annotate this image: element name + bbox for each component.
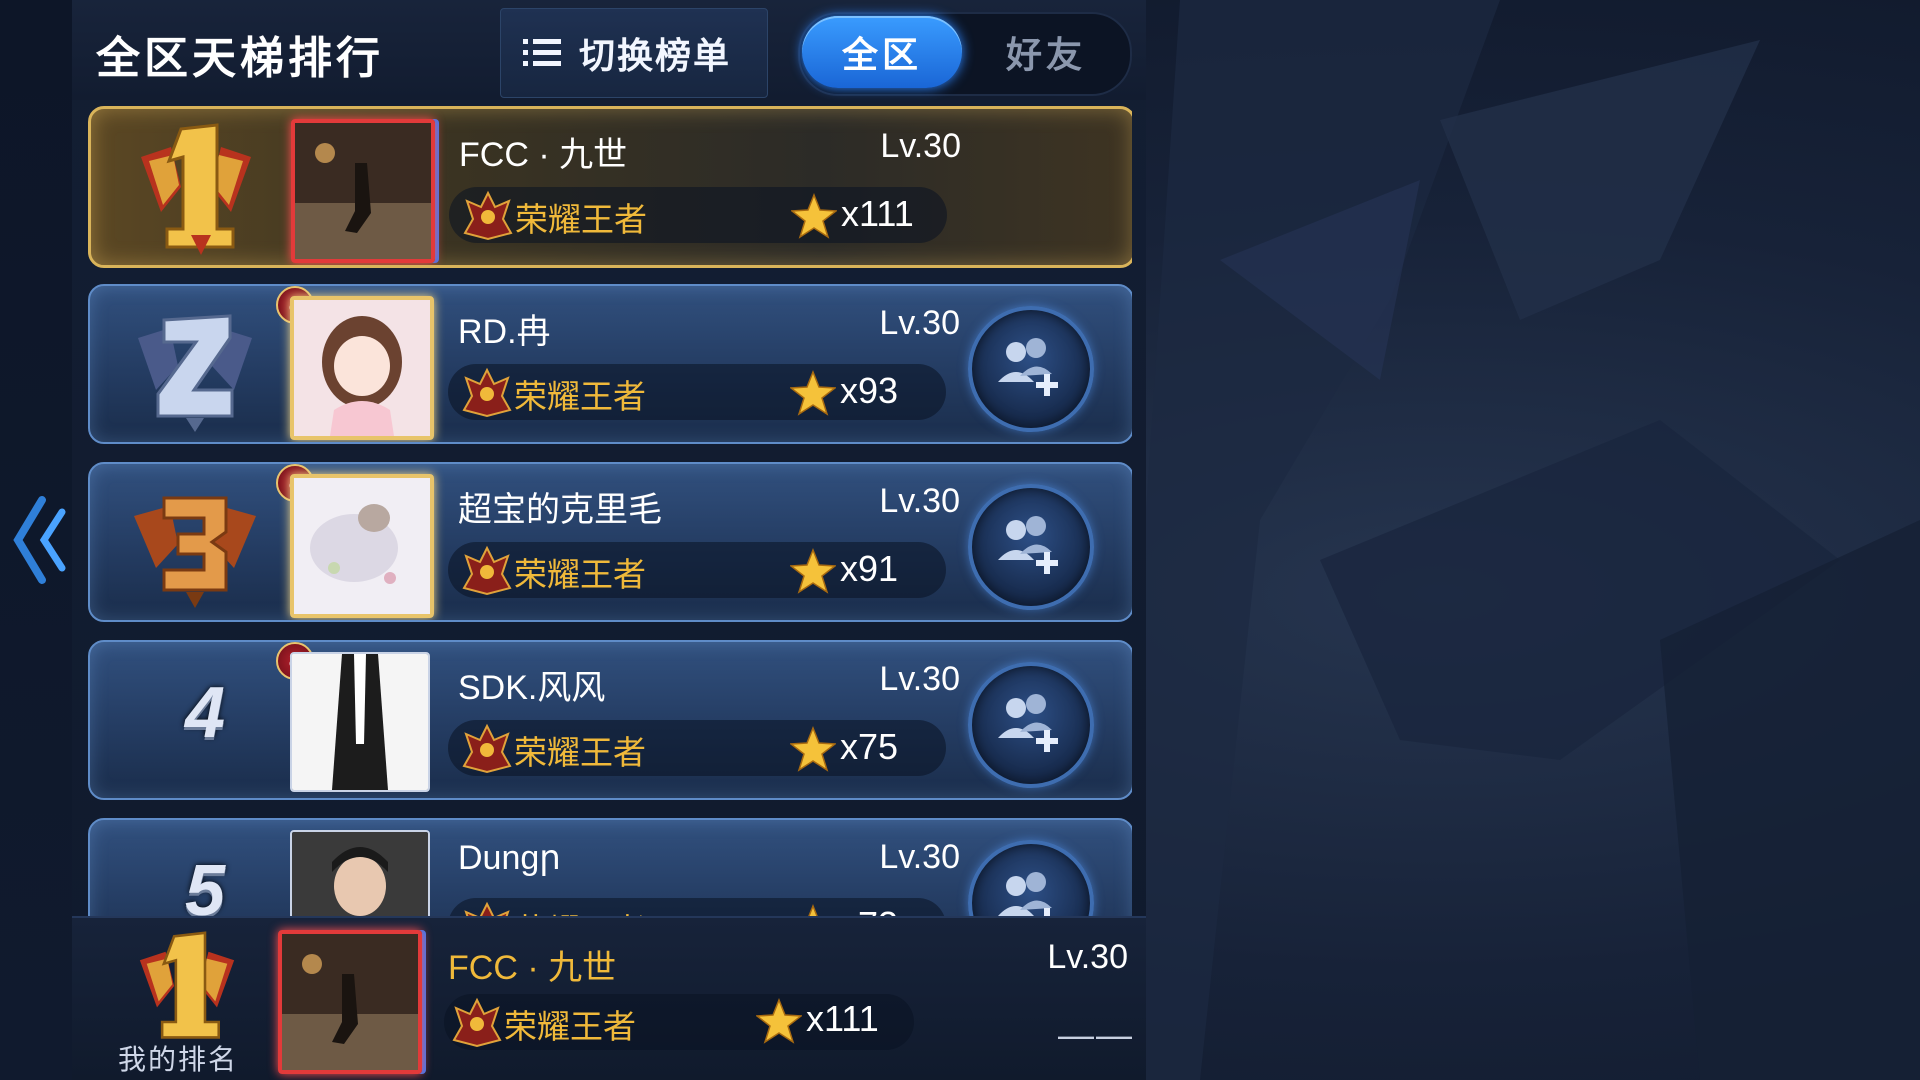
tier-name: 荣耀王者 <box>515 201 647 238</box>
king-crest-icon <box>462 723 512 774</box>
king-crest-icon <box>452 997 502 1048</box>
player-level: Lv.30 <box>879 482 960 520</box>
ranking-row[interactable]: 8 超宝的克里毛 Lv.30 荣耀王者 x91 <box>88 462 1132 622</box>
star-count: x91 <box>840 548 899 589</box>
star-icon <box>756 998 802 1044</box>
rank-number: 4 <box>184 673 226 753</box>
player-name: SDK.风风 <box>458 669 606 707</box>
add-friend-icon <box>998 338 1058 396</box>
my-player-name: FCC · 九世 <box>448 949 617 987</box>
player-name: FCC · 九世 <box>459 136 628 174</box>
tab-friends[interactable]: 好友 <box>966 16 1126 88</box>
my-rank-bar: 我的排名 FCC · 九世 Lv.30 荣耀王者 x111 —— <box>72 916 1146 1080</box>
avatar[interactable] <box>290 830 430 916</box>
page-title: 全区天梯排行 <box>96 34 384 83</box>
scope-toggle: 全区 好友 <box>798 12 1132 96</box>
star-icon <box>791 193 837 239</box>
tier-name: 荣耀王者 <box>514 734 646 771</box>
add-friend-icon <box>998 694 1058 752</box>
star-count: x75 <box>840 726 899 767</box>
ranking-row[interactable]: FCC · 九世 Lv.30 荣耀王者 x111 <box>88 106 1132 268</box>
add-friend-button[interactable] <box>968 484 1094 610</box>
rank-1-crest-icon <box>139 931 235 1039</box>
avatar[interactable] <box>291 119 435 263</box>
king-crest-icon <box>462 367 512 418</box>
my-rank-label: 我的排名 <box>118 1044 239 1075</box>
player-level: Lv.30 <box>880 127 961 165</box>
background-art <box>1140 0 1920 1080</box>
tier-name: 荣耀王者 <box>514 378 646 415</box>
king-crest-icon <box>464 901 510 916</box>
list-icon <box>523 37 561 69</box>
my-avatar[interactable] <box>278 930 422 1074</box>
star-icon <box>808 904 818 916</box>
ranking-header: 全区天梯排行 切换榜单 全区 好友 <box>72 0 1146 100</box>
ranking-list[interactable]: FCC · 九世 Lv.30 荣耀王者 x111 8 <box>88 104 1132 916</box>
player-name: RD.冉 <box>458 313 551 351</box>
add-friend-button[interactable] <box>968 662 1094 788</box>
tab-all-region[interactable]: 全区 <box>802 16 962 88</box>
rank-number: 5 <box>184 851 226 916</box>
my-tier-name: 荣耀王者 <box>504 1008 636 1045</box>
my-star-count: x111 <box>806 998 879 1039</box>
add-friend-button[interactable] <box>968 306 1094 432</box>
rank-2-crest-icon <box>138 314 252 432</box>
double-chevron-left-icon[interactable] <box>12 490 68 590</box>
star-icon <box>790 370 836 416</box>
ranking-panel: 全区天梯排行 切换榜单 全区 好友 FCC · 九世 Lv.30 荣耀王者 x1… <box>72 0 1146 1080</box>
tier-name: 荣耀王者 <box>514 556 646 593</box>
ranking-row[interactable]: 8 RD.冉 Lv.30 荣耀王者 x93 <box>88 284 1132 444</box>
add-friend-icon <box>998 516 1058 574</box>
tier-name: 荣耀王者 <box>514 904 646 916</box>
player-name: 超宝的克里毛 <box>458 491 662 529</box>
ranking-row[interactable]: 4 8 SDK.风风 Lv.30 荣耀王者 x75 <box>88 640 1132 800</box>
star-count: x73 <box>840 904 898 916</box>
star-count: x93 <box>840 370 899 411</box>
rank-3-crest-icon <box>134 496 256 608</box>
player-level: Lv.30 <box>879 838 960 876</box>
player-level: Lv.30 <box>879 660 960 698</box>
left-side-strip <box>0 0 73 1080</box>
add-friend-icon <box>998 872 1052 916</box>
switch-list-button[interactable]: 切换榜单 <box>500 8 768 98</box>
my-player-level: Lv.30 <box>1047 938 1128 976</box>
avatar[interactable] <box>290 474 434 618</box>
king-crest-icon <box>463 190 513 241</box>
rank-trend: —— <box>1058 1014 1134 1055</box>
star-icon <box>790 726 836 772</box>
player-name: Dungր <box>458 839 561 877</box>
ranking-row[interactable]: 5 Dungր Lv.30 荣耀王者 x73 <box>88 818 1132 916</box>
rank-1-crest-icon <box>141 123 251 255</box>
avatar[interactable] <box>290 652 430 792</box>
add-friend-button[interactable] <box>968 840 1094 916</box>
king-crest-icon <box>462 545 512 596</box>
avatar[interactable] <box>290 296 434 440</box>
switch-list-label: 切换榜单 <box>579 35 732 76</box>
star-count: x111 <box>841 193 914 234</box>
player-level: Lv.30 <box>879 304 960 342</box>
star-icon <box>790 548 836 594</box>
